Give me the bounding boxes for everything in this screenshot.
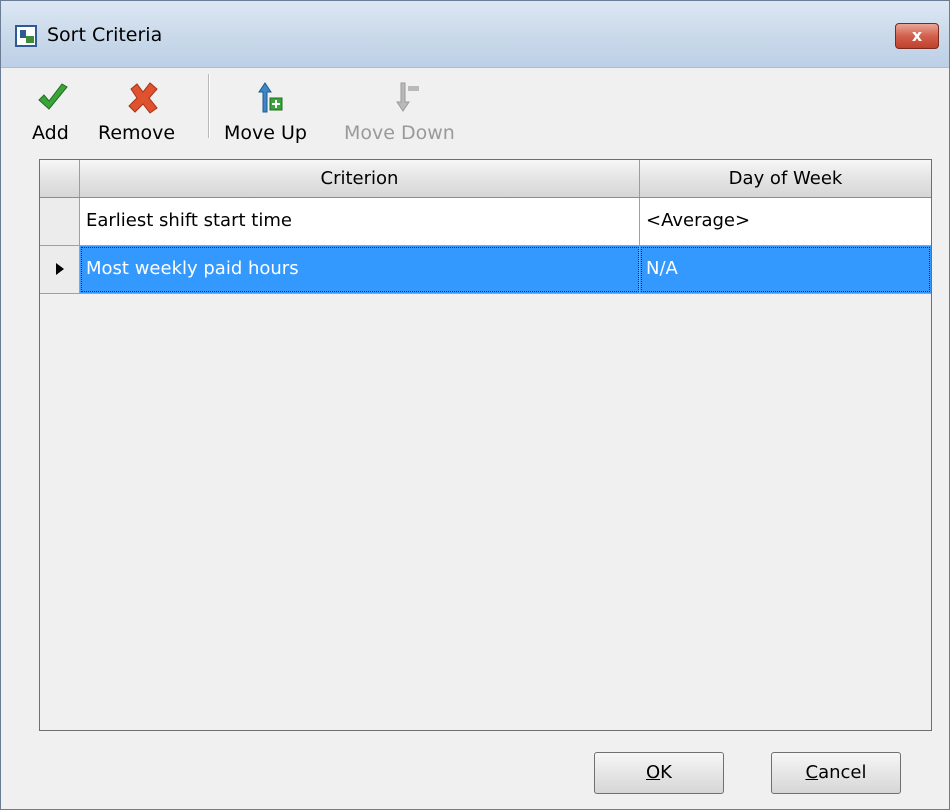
move-up-button[interactable]: Move Up xyxy=(223,76,323,146)
cancel-accelerator: C xyxy=(805,762,819,783)
column-header-day-of-week[interactable]: Day of Week xyxy=(640,160,931,197)
toolbar-separator xyxy=(208,74,209,138)
add-button[interactable]: Add xyxy=(23,76,83,146)
move-down-button[interactable]: Move Down xyxy=(343,76,475,146)
row-header[interactable] xyxy=(40,246,80,293)
ok-label: K xyxy=(660,762,672,783)
criteria-grid: Criterion Day of Week Earliest shift sta… xyxy=(39,159,932,731)
move-up-label: Move Up xyxy=(224,122,307,144)
column-header-criterion[interactable]: Criterion xyxy=(80,160,640,197)
title-bar: Sort Criteria x xyxy=(1,1,949,68)
cancel-button[interactable]: Cancel xyxy=(771,752,901,794)
row-header[interactable] xyxy=(40,198,80,245)
window-title: Sort Criteria xyxy=(47,24,163,46)
toolbar: Add Remove Move Up Move Down xyxy=(1,68,949,146)
row-header-corner xyxy=(40,160,80,197)
sort-criteria-dialog: Sort Criteria x Add Remove Move Up Move … xyxy=(0,0,950,810)
table-row[interactable]: Earliest shift start time <Average> xyxy=(40,198,931,246)
remove-label: Remove xyxy=(98,122,176,144)
criterion-cell[interactable]: Most weekly paid hours xyxy=(80,246,640,293)
arrow-down-icon xyxy=(396,82,419,112)
close-button[interactable]: x xyxy=(895,23,939,49)
cancel-label: ancel xyxy=(818,762,867,783)
arrow-up-icon xyxy=(258,82,283,113)
grid-header: Criterion Day of Week xyxy=(40,160,931,198)
checkmark-icon xyxy=(38,83,68,110)
ok-accelerator: O xyxy=(646,762,661,783)
table-row[interactable]: Most weekly paid hours N/A xyxy=(40,246,931,294)
x-icon xyxy=(128,82,158,114)
app-icon xyxy=(15,25,37,47)
remove-button[interactable]: Remove xyxy=(97,76,197,146)
criterion-cell[interactable]: Earliest shift start time xyxy=(80,198,640,245)
ok-button[interactable]: OK xyxy=(594,752,724,794)
add-label: Add xyxy=(32,122,69,144)
move-down-label: Move Down xyxy=(344,122,455,144)
day-of-week-cell[interactable]: <Average> xyxy=(640,198,931,245)
current-row-indicator-icon xyxy=(56,263,64,275)
day-of-week-cell[interactable]: N/A xyxy=(640,246,931,293)
